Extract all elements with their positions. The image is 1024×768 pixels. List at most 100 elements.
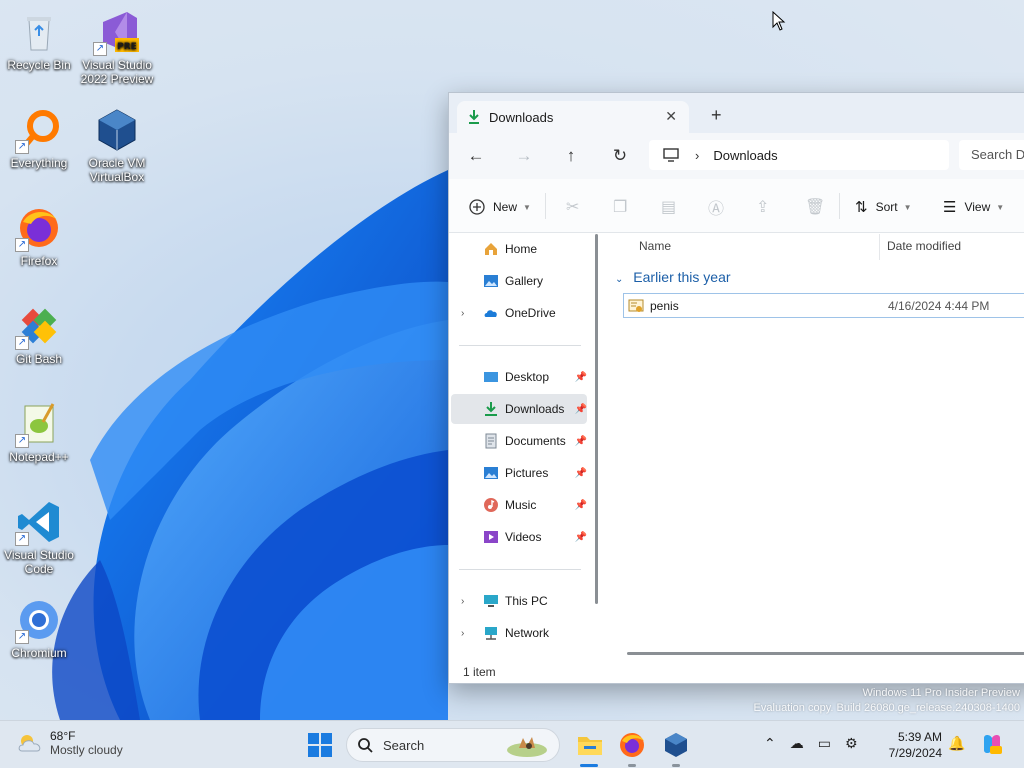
network-settings-icon[interactable]: ⚙ <box>845 735 858 752</box>
weather-temperature: 68°F <box>50 729 76 743</box>
new-tab-button[interactable]: + <box>711 105 722 126</box>
desktop-folder-icon <box>484 372 498 382</box>
pin-icon[interactable]: 📌 <box>575 532 587 543</box>
horizontal-scrollbar[interactable] <box>627 652 1024 655</box>
pin-icon[interactable]: 📌 <box>575 372 587 383</box>
system-tray: ⌃ ☁ ▭ ⚙ <box>764 735 858 752</box>
desktop-icon-firefox[interactable]: ↗ Firefox <box>0 204 78 268</box>
sort-icon: ⇅ <box>855 199 868 216</box>
file-list[interactable]: Name Date modified ⌄ Earlier this year p… <box>607 234 1024 659</box>
breadcrumb-downloads[interactable]: Downloads <box>713 148 777 163</box>
weather-widget[interactable]: 68°F Mostly cloudy <box>16 729 123 757</box>
back-button[interactable]: ← <box>465 145 487 167</box>
start-button[interactable] <box>308 733 332 757</box>
virtualbox-taskbar-icon[interactable] <box>662 731 690 759</box>
refresh-button[interactable]: ↻ <box>609 145 631 167</box>
virtualbox-icon <box>93 106 141 154</box>
pin-icon[interactable]: 📌 <box>575 500 587 511</box>
sidebar-item-downloads[interactable]: Downloads 📌 <box>451 394 587 424</box>
notepad-plus-plus-icon: ↗ <box>15 400 63 448</box>
expand-chevron-icon[interactable]: › <box>461 596 464 607</box>
clock[interactable]: 5:39 AM 7/29/2024 <box>884 729 942 761</box>
sidebar-item-pictures[interactable]: Pictures 📌 <box>451 458 587 488</box>
copy-icon[interactable]: ❐ <box>613 196 627 218</box>
view-button[interactable]: ☰ View ▼ <box>943 196 1004 218</box>
desktop-icon-virtualbox[interactable]: Oracle VM VirtualBox <box>78 106 156 184</box>
forward-button[interactable]: → <box>513 145 535 167</box>
network-icon <box>485 627 497 640</box>
notification-bell-icon[interactable]: 🔔 <box>948 735 965 752</box>
expand-chevron-icon[interactable]: › <box>461 628 464 639</box>
desktop-icon-everything[interactable]: ↗ Everything <box>0 106 78 170</box>
desktop-icon-notepad-plus-plus[interactable]: ↗ Notepad++ <box>0 400 78 464</box>
file-explorer-taskbar-icon[interactable] <box>576 731 604 759</box>
windows-logo-icon <box>308 733 319 744</box>
desktop-icon-visual-studio[interactable]: PRE ↗ Visual Studio 2022 Preview <box>78 8 156 86</box>
column-divider[interactable] <box>879 234 880 260</box>
plus-circle-icon <box>469 199 485 215</box>
desktop-icon-label: Oracle VM <box>88 156 146 170</box>
up-button[interactable]: ↑ <box>560 145 582 167</box>
sidebar-item-desktop[interactable]: Desktop 📌 <box>451 362 587 392</box>
sidebar-item-network[interactable]: › Network <box>451 618 587 648</box>
running-app-indicator <box>672 764 680 767</box>
sidebar-item-this-pc[interactable]: › This PC <box>451 586 587 616</box>
pin-icon[interactable]: 📌 <box>575 404 587 415</box>
title-bar[interactable]: Downloads ✕ + <box>449 93 1024 133</box>
desktop-icon-git-bash[interactable]: ↗ Git Bash <box>0 302 78 366</box>
firefox-icon: ↗ <box>15 204 63 252</box>
column-header-name[interactable]: Name <box>639 239 671 253</box>
search-input[interactable]: Search Downloads <box>959 140 1024 170</box>
tab-downloads[interactable]: Downloads ✕ <box>457 101 689 133</box>
chevron-up-icon[interactable]: ⌃ <box>764 735 776 752</box>
sidebar-item-onedrive[interactable]: › OneDrive <box>451 298 587 328</box>
new-button[interactable]: New ▼ <box>469 196 531 218</box>
cut-icon[interactable]: ✂ <box>566 196 579 218</box>
this-pc-icon <box>484 595 498 607</box>
address-bar[interactable]: › Downloads <box>649 140 949 170</box>
sidebar-item-gallery[interactable]: Gallery <box>451 266 587 296</box>
desktop-icon-chromium[interactable]: ↗ Chromium <box>0 596 78 660</box>
close-tab-icon[interactable]: ✕ <box>665 108 677 125</box>
firefox-taskbar-icon[interactable] <box>618 731 646 759</box>
sidebar-item-label: Videos <box>505 530 542 544</box>
new-button-label: New <box>493 200 518 214</box>
onedrive-cloud-icon <box>484 310 497 317</box>
sidebar-item-videos[interactable]: Videos 📌 <box>451 522 587 552</box>
paste-icon[interactable]: ▤ <box>661 196 676 218</box>
sidebar-divider <box>459 569 581 570</box>
group-header[interactable]: ⌄ Earlier this year <box>615 269 731 285</box>
status-bar: 1 item <box>449 659 1024 683</box>
sidebar-item-home[interactable]: Home <box>451 234 587 264</box>
desktop-icon-recycle-bin[interactable]: Recycle Bin <box>0 8 78 72</box>
expand-chevron-icon[interactable]: › <box>461 308 464 319</box>
sidebar-item-label: Documents <box>505 434 566 448</box>
desktop-icon-vscode[interactable]: ↗ Visual Studio Code <box>0 498 78 576</box>
delete-icon[interactable]: 🗑 <box>805 196 825 218</box>
pin-icon[interactable]: 📌 <box>575 468 587 479</box>
pin-icon[interactable]: 📌 <box>575 436 587 447</box>
everything-search-icon: ↗ <box>15 106 63 154</box>
file-explorer-window[interactable]: Downloads ✕ + ← → ↑ ↻ › Downloads Search… <box>448 92 1024 684</box>
desktop-icon-label: Notepad++ <box>9 450 69 464</box>
desktop-icon-label: 2022 Preview <box>80 72 154 86</box>
copilot-icon[interactable] <box>980 732 1004 756</box>
desktop-icon-label: Code <box>24 562 54 576</box>
navigation-bar: ← → ↑ ↻ › Downloads Search Downloads <box>449 133 1024 179</box>
sidebar-item-documents[interactable]: Documents 📌 <box>451 426 587 456</box>
display-icon[interactable]: ▭ <box>818 735 831 752</box>
sort-button[interactable]: ⇅ Sort ▼ <box>855 196 912 218</box>
rename-icon[interactable]: Ⓐ <box>708 196 724 218</box>
taskbar-search-box[interactable]: Search <box>346 728 560 762</box>
search-icon <box>358 738 373 753</box>
desktop-icon-label: VirtualBox <box>89 170 145 184</box>
share-icon[interactable]: ⇪ <box>756 196 769 218</box>
cloud-offline-icon[interactable]: ☁ <box>790 735 804 752</box>
sidebar-scrollbar[interactable] <box>595 234 598 604</box>
sidebar-item-music[interactable]: Music 📌 <box>451 490 587 520</box>
sidebar-item-label: Gallery <box>505 274 544 288</box>
chevron-down-icon: ▼ <box>996 202 1005 212</box>
column-header-date-modified[interactable]: Date modified <box>887 239 961 253</box>
home-icon <box>485 243 497 255</box>
file-row[interactable]: penis 4/16/2024 4:44 PM <box>623 293 1024 318</box>
